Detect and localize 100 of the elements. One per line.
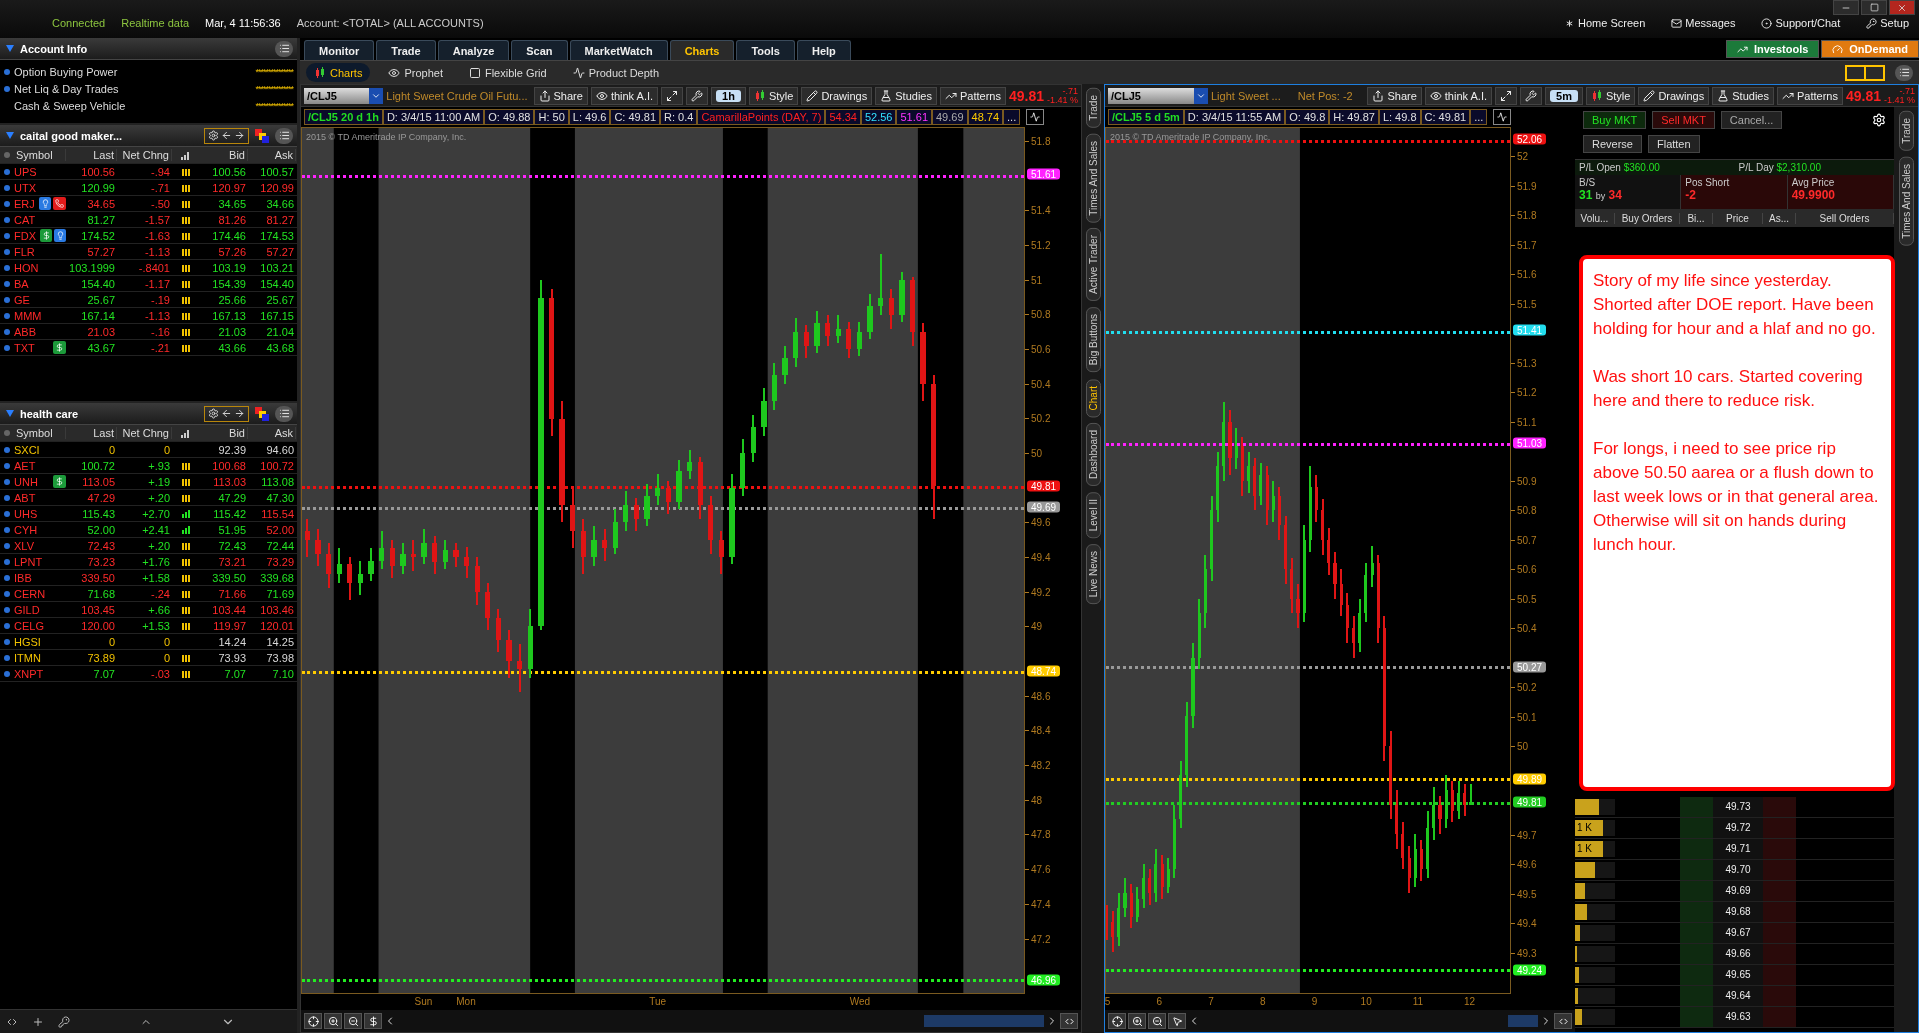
symbol-field[interactable]: /CLJ5 — [1108, 87, 1208, 104]
column-header[interactable]: Net Chng — [117, 149, 172, 161]
side-tab[interactable]: Trade — [1898, 111, 1914, 151]
sub-tab[interactable]: Charts — [306, 63, 371, 82]
symbol-cell[interactable]: ERJ — [14, 197, 35, 210]
side-tab[interactable]: Big Buttons — [1085, 307, 1101, 373]
sell-button[interactable]: Sell MKT — [1652, 111, 1715, 129]
cancel-button[interactable]: Cancel... — [1720, 111, 1783, 129]
symbol-cell[interactable]: UHS — [14, 507, 38, 520]
share-button[interactable]: Share — [533, 86, 588, 105]
side-tab[interactable]: Trade — [1085, 88, 1101, 128]
messages-link[interactable]: Messages — [1671, 17, 1736, 29]
style-button[interactable]: Style — [748, 86, 799, 105]
position-button[interactable]: Reverse — [1583, 135, 1642, 153]
main-tab[interactable]: Trade — [376, 40, 436, 60]
symbol-cell[interactable]: CAT — [14, 213, 36, 226]
column-header[interactable]: Volu... — [1575, 212, 1615, 224]
symbol-cell[interactable]: SXCI — [14, 443, 40, 456]
column-header[interactable]: Bid — [200, 427, 248, 439]
side-tab[interactable]: Dashboard — [1085, 422, 1101, 486]
column-header[interactable]: Bid — [200, 149, 248, 161]
share-button[interactable]: Share — [1367, 86, 1422, 105]
main-tab[interactable]: MarketWatch — [569, 40, 668, 60]
symbol-cell[interactable]: HON — [14, 261, 39, 274]
side-tab[interactable]: Level II — [1085, 491, 1101, 539]
column-header[interactable]: Net Chng — [117, 427, 172, 439]
symbol-cell[interactable]: UTX — [14, 181, 36, 194]
sub-tab[interactable]: Prophet — [380, 63, 451, 82]
aggregation-button[interactable]: 5m — [1545, 86, 1583, 105]
symbol-cell[interactable]: AET — [14, 459, 36, 472]
symbol-cell[interactable]: ABB — [14, 325, 36, 338]
symbol-cell[interactable]: MMM — [14, 309, 42, 322]
symbol-cell[interactable]: GE — [14, 293, 30, 306]
symbol-cell[interactable]: XLV — [14, 539, 34, 552]
symbol-field[interactable]: /CLJ5 — [304, 87, 384, 104]
home-link[interactable]: Home Screen — [1564, 17, 1646, 29]
drawings-button[interactable]: Drawings — [801, 86, 873, 105]
symbol-cell[interactable]: ABT — [14, 491, 36, 504]
sub-tab[interactable]: Flexible Grid — [460, 63, 555, 82]
style-button[interactable]: Style — [1585, 86, 1636, 105]
main-tab[interactable]: Charts — [669, 40, 735, 60]
patterns-button[interactable]: Patterns — [939, 86, 1006, 105]
price-tick: 52 — [1517, 151, 1529, 162]
main-tab[interactable]: Analyze — [437, 40, 510, 60]
main-tab[interactable]: Monitor — [304, 40, 375, 60]
symbol-cell[interactable]: HGSI — [14, 635, 41, 648]
symbol-cell[interactable]: IBB — [14, 571, 32, 584]
column-header[interactable]: Last — [66, 427, 117, 439]
table-cell-text: -.8401 — [137, 261, 171, 274]
side-tab[interactable]: Times And Sales — [1898, 156, 1914, 246]
side-tab[interactable]: Times And Sales — [1085, 133, 1101, 223]
side-tab[interactable]: Live News — [1085, 544, 1101, 605]
column-header[interactable]: Bi... — [1680, 212, 1713, 224]
investools-button[interactable]: Investools — [1725, 40, 1820, 58]
column-header[interactable]: Buy Orders — [1615, 212, 1680, 224]
symbol-cell[interactable]: UNH — [14, 475, 38, 488]
symbol-cell[interactable]: ITMN — [14, 651, 41, 664]
main-tab[interactable]: Tools — [736, 40, 795, 60]
main-tab[interactable]: Scan — [511, 40, 568, 60]
symbol-cell[interactable]: CYH — [14, 523, 38, 536]
account-selector[interactable]: Account: <TOTAL> (ALL ACCOUNTS) — [296, 17, 484, 29]
price-tick: 49 — [1031, 620, 1043, 632]
column-header[interactable]: Symbol — [14, 427, 66, 439]
drawings-button[interactable]: Drawings — [1638, 86, 1710, 105]
column-header[interactable]: Price — [1713, 212, 1763, 224]
symbol-cell[interactable]: GILD — [14, 603, 40, 616]
column-header[interactable]: Symbol — [14, 149, 66, 161]
column-header[interactable]: Ask — [248, 427, 296, 439]
main-tab[interactable]: Help — [797, 40, 851, 60]
column-header[interactable]: Last — [66, 149, 117, 161]
symbol-cell[interactable]: TXT — [14, 341, 35, 354]
symbol-cell[interactable]: CELG — [14, 619, 44, 632]
buy-button[interactable]: Buy MKT — [1583, 111, 1647, 129]
symbol-cell[interactable]: FDX — [14, 229, 36, 242]
price-tick: 49.4 — [1031, 551, 1051, 563]
ai-button[interactable]: think A.I. — [1424, 86, 1492, 105]
column-header[interactable]: As... — [1763, 212, 1796, 224]
table-cell-text: 21.04 — [265, 325, 295, 338]
sub-tab[interactable]: Product Depth — [564, 63, 667, 82]
setup-link[interactable]: Setup — [1866, 17, 1909, 29]
support-link[interactable]: Support/Chat — [1761, 17, 1841, 29]
patterns-button[interactable]: Patterns — [1776, 86, 1843, 105]
symbol-cell[interactable]: BA — [14, 277, 29, 290]
table-cell-text: +1.58 — [141, 571, 171, 584]
side-tab[interactable]: Active Trader — [1085, 228, 1101, 302]
symbol-cell[interactable]: FLR — [14, 245, 35, 258]
studies-button[interactable]: Studies — [875, 86, 937, 105]
studies-button[interactable]: Studies — [1712, 86, 1774, 105]
ai-button[interactable]: think A.I. — [590, 86, 659, 105]
table-cell-text: 103.44 — [211, 603, 247, 616]
symbol-cell[interactable]: LPNT — [14, 555, 43, 568]
data-feed-status[interactable]: Realtime data — [121, 17, 190, 29]
symbol-cell[interactable]: CERN — [14, 587, 46, 600]
side-tab[interactable]: Chart — [1085, 378, 1101, 417]
column-header[interactable]: Ask — [248, 149, 296, 161]
table-cell-text: 43.67 — [86, 341, 116, 354]
symbol-cell[interactable]: UPS — [14, 165, 37, 178]
position-button[interactable]: Flatten — [1647, 135, 1700, 153]
aggregation-button[interactable]: 1h — [711, 86, 746, 105]
symbol-cell[interactable]: XNPT — [14, 667, 44, 680]
